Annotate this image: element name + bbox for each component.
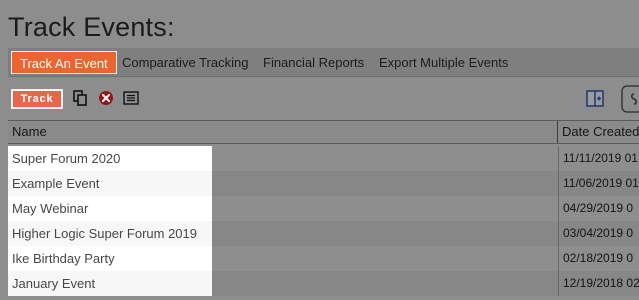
page-title: Track Events: [8, 12, 175, 42]
delete-icon[interactable] [98, 90, 114, 106]
copy-icon[interactable] [72, 90, 88, 106]
column-divider[interactable] [557, 121, 558, 143]
columns-icon[interactable] [586, 90, 604, 107]
tab-financial-reports[interactable]: Financial Reports [263, 51, 364, 74]
tab-bar: Track An Event Comparative Tracking Fina… [8, 48, 639, 77]
right-toolbar [579, 85, 639, 116]
event-name-cell: Higher Logic Super Forum 2019 [8, 221, 212, 246]
table-header: Name Date Created [8, 120, 639, 144]
tab-track-an-event[interactable]: Track An Event [11, 51, 117, 74]
table-row[interactable]: January Event 12/19/2018 02 [8, 271, 639, 296]
settings-icon[interactable] [621, 85, 639, 113]
column-header-name[interactable]: Name [12, 121, 47, 143]
event-name-cell: May Webinar [8, 196, 212, 221]
table-row[interactable]: May Webinar 04/29/2019 0 [8, 196, 639, 221]
table-body: Super Forum 2020 11/11/2019 01: Example … [8, 146, 639, 300]
event-name-cell: Ike Birthday Party [8, 246, 212, 271]
date-created-cell: 02/18/2019 0 [558, 246, 639, 271]
event-name-cell: Super Forum 2020 [8, 146, 212, 171]
table-row[interactable]: Super Forum 2020 11/11/2019 01: [8, 146, 639, 171]
track-button[interactable]: Track [11, 89, 63, 109]
date-created-cell: 04/29/2019 0 [558, 196, 639, 221]
toolbar: Track [8, 85, 639, 116]
date-created-cell: 11/11/2019 01: [558, 146, 639, 171]
table-row[interactable]: Higher Logic Super Forum 2019 03/04/2019… [8, 221, 639, 246]
column-header-date-created[interactable]: Date Created [562, 121, 639, 143]
tab-export-multiple-events[interactable]: Export Multiple Events [379, 51, 508, 74]
list-icon[interactable] [123, 90, 139, 106]
date-created-cell: 03/04/2019 0 [558, 221, 639, 246]
tab-comparative-tracking[interactable]: Comparative Tracking [122, 51, 248, 74]
table-row[interactable]: Ike Birthday Party 02/18/2019 0 [8, 246, 639, 271]
event-name-cell: Example Event [8, 171, 212, 196]
page: Track Events: Track An Event Comparative… [0, 0, 639, 300]
date-created-cell: 11/06/2019 01 [558, 171, 639, 196]
event-name-cell: January Event [8, 271, 212, 296]
date-created-cell: 12/19/2018 02 [558, 271, 639, 296]
table-row[interactable]: Example Event 11/06/2019 01 [8, 171, 639, 196]
